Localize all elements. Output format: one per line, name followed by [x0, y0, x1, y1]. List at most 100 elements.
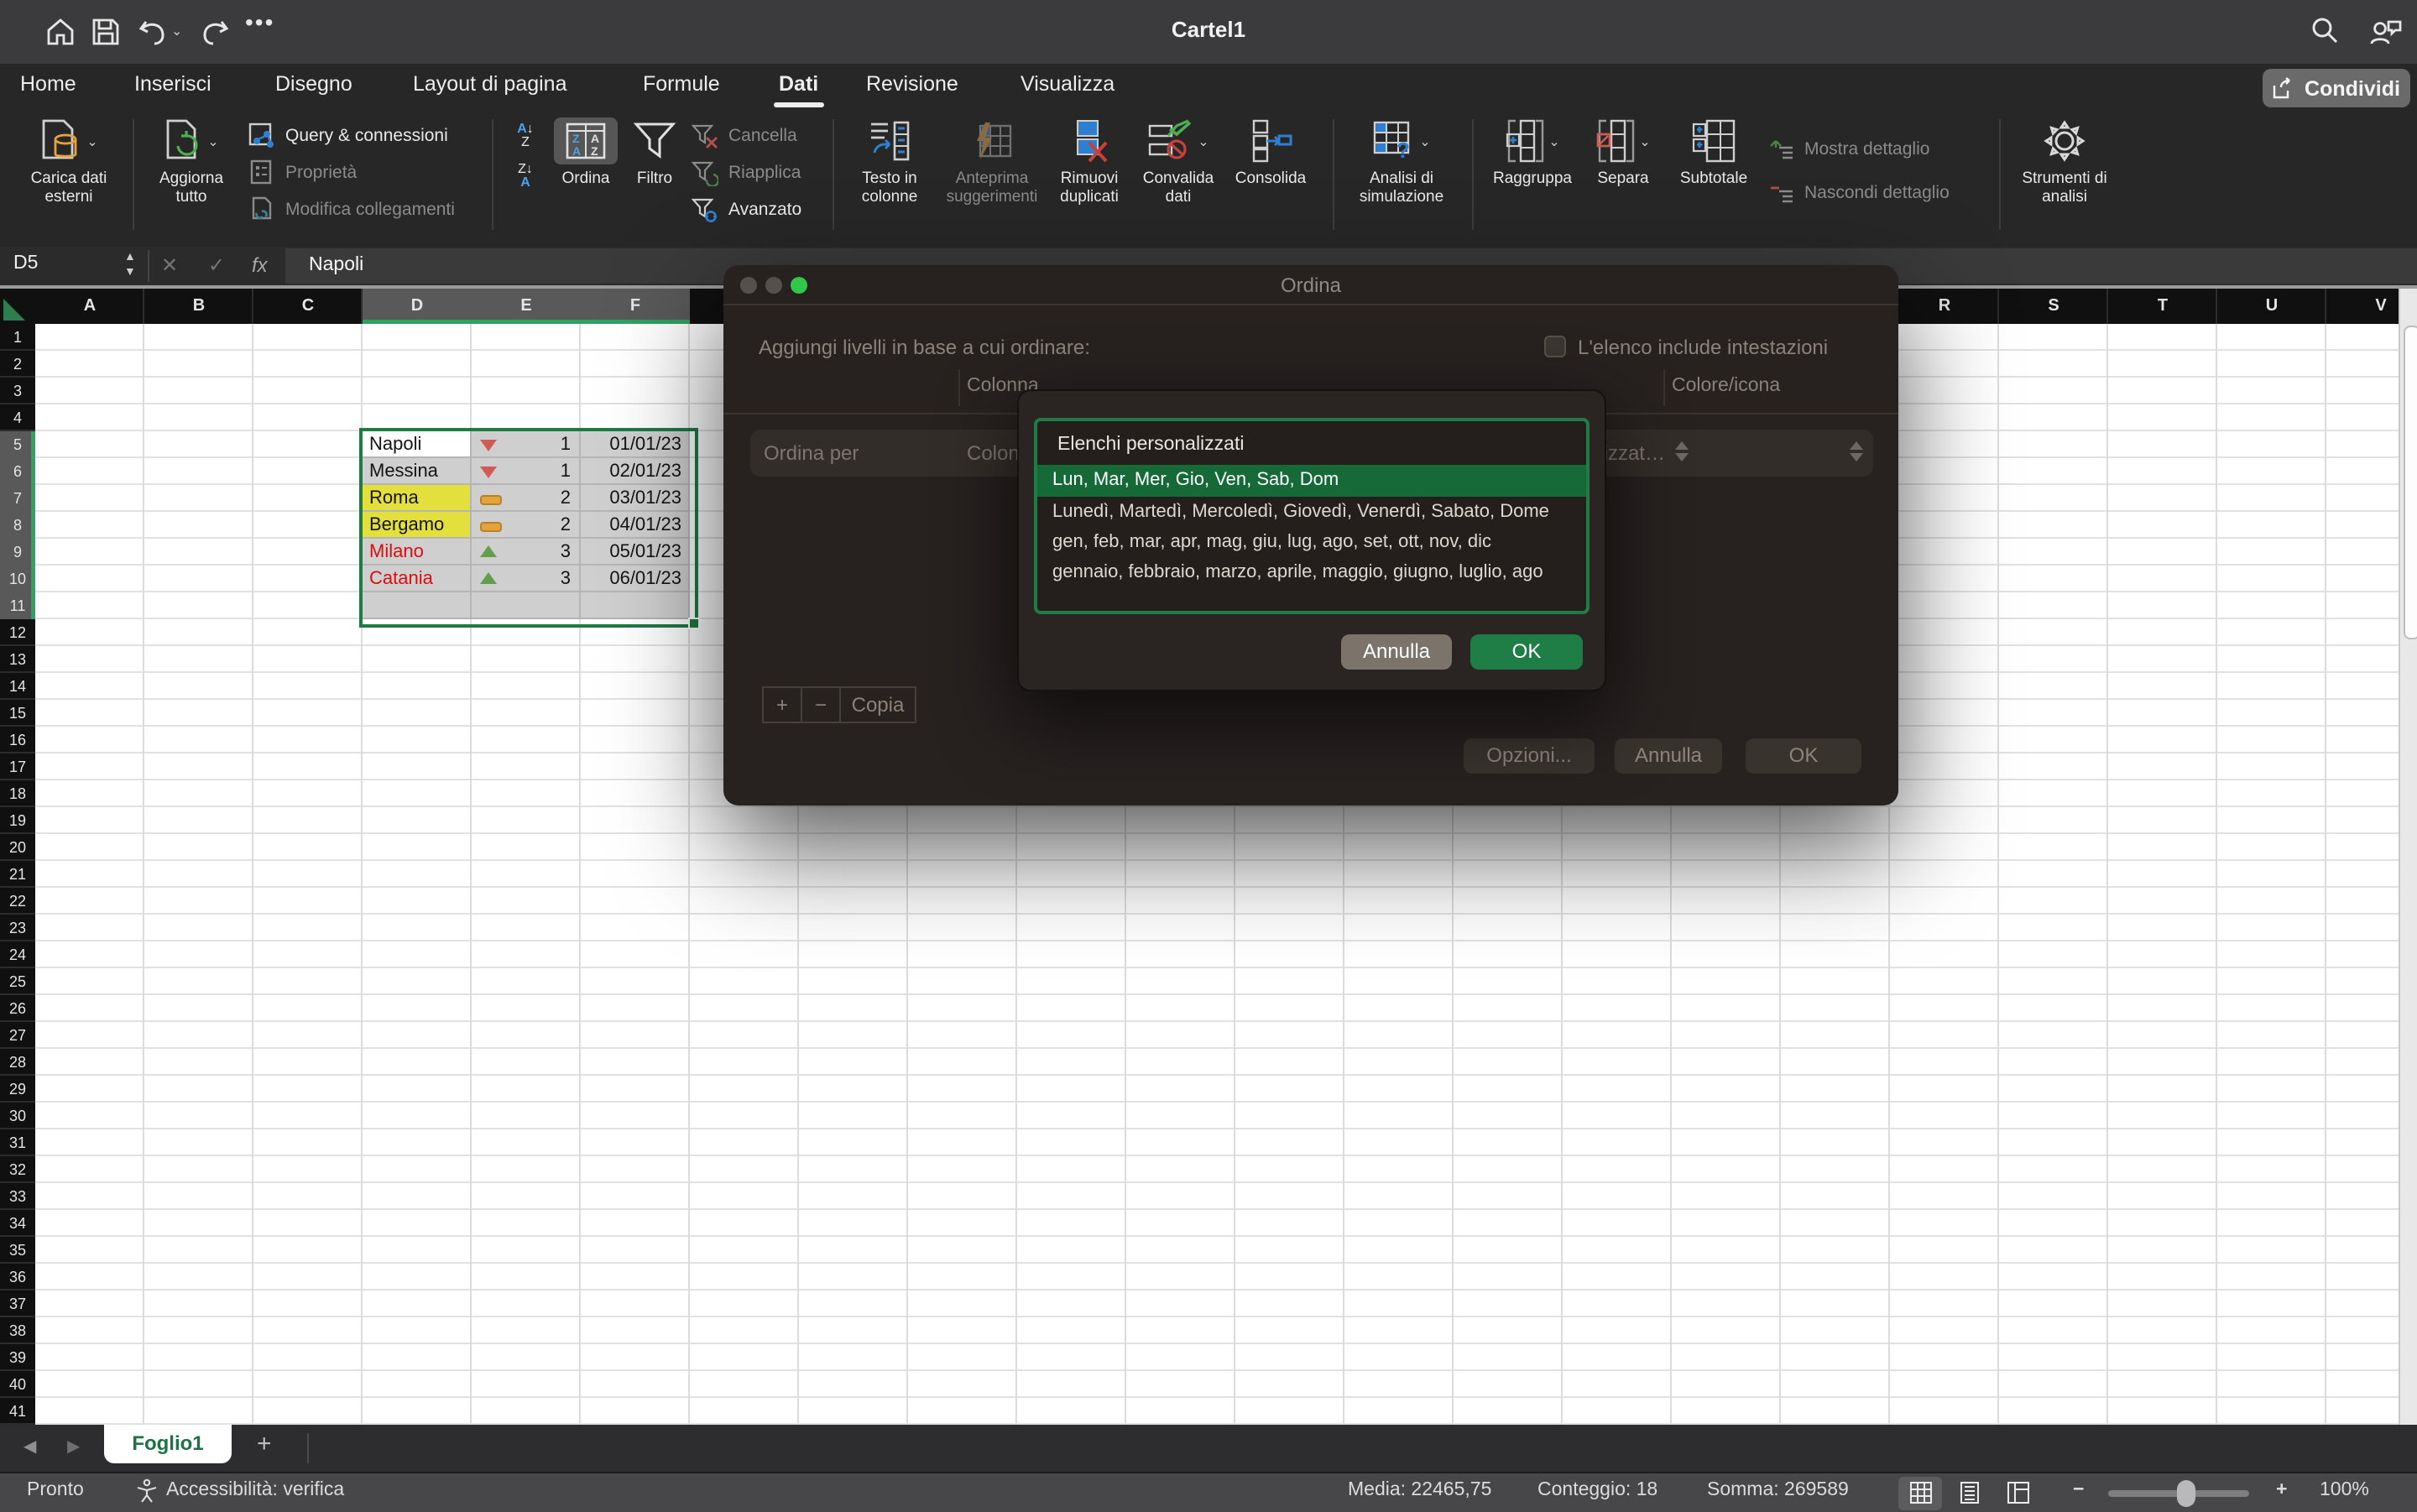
- filtro-button[interactable]: Filtro: [624, 116, 685, 189]
- row-header-28[interactable]: 28: [0, 1049, 35, 1076]
- row-header-24[interactable]: 24: [0, 941, 35, 968]
- fill-handle[interactable]: [688, 618, 700, 629]
- row-header-36[interactable]: 36: [0, 1264, 35, 1290]
- row-header-20[interactable]: 20: [0, 834, 35, 861]
- zoom-out-button[interactable]: −: [2073, 1480, 2084, 1500]
- row-header-5[interactable]: 5: [0, 431, 35, 458]
- row-header-11[interactable]: 11: [0, 592, 35, 619]
- column-header-A[interactable]: A: [35, 289, 144, 324]
- cancella-button[interactable]: Cancella: [692, 117, 801, 154]
- column-header-U[interactable]: U: [2217, 289, 2326, 324]
- tab-revisione[interactable]: Revisione: [866, 72, 958, 96]
- sort-za-button[interactable]: Z↓A: [507, 163, 544, 190]
- separa-button[interactable]: ⌄ Separa: [1588, 116, 1658, 189]
- consolida-button[interactable]: Consolida: [1229, 116, 1313, 189]
- row-header-7[interactable]: 7: [0, 485, 35, 512]
- add-level-button[interactable]: +: [762, 686, 802, 723]
- column-header-B[interactable]: B: [144, 289, 253, 324]
- row-header-9[interactable]: 9: [0, 539, 35, 566]
- tab-dati[interactable]: Dati: [779, 72, 818, 96]
- row-header-39[interactable]: 39: [0, 1344, 35, 1371]
- custom-lists-listbox[interactable]: Elenchi personalizzati Lun, Mar, Mer, Gi…: [1034, 418, 1590, 614]
- tab-layout[interactable]: Layout di pagina: [413, 72, 567, 96]
- riapplica-button[interactable]: Riapplica: [692, 154, 801, 191]
- name-box-stepper[interactable]: ▲▼: [124, 250, 136, 280]
- column-header-T[interactable]: T: [2108, 289, 2217, 324]
- dialog-ok-button[interactable]: OK: [1746, 738, 1861, 774]
- page-break-view-button[interactable]: [1996, 1476, 2039, 1509]
- row-header-29[interactable]: 29: [0, 1076, 35, 1103]
- includes-headers-checkbox[interactable]: [1544, 336, 1566, 357]
- row-header-22[interactable]: 22: [0, 888, 35, 915]
- row-header-33[interactable]: 33: [0, 1183, 35, 1210]
- subtotale-button[interactable]: Subtotale: [1672, 116, 1756, 189]
- convalida-dati-button[interactable]: ⌄ Convalida dati: [1135, 116, 1222, 206]
- column-header-R[interactable]: R: [1890, 289, 1999, 324]
- carica-dati-esterni-button[interactable]: ⌄ Carica dati esterni: [17, 116, 121, 206]
- cancel-entry-icon[interactable]: ✕: [161, 253, 178, 277]
- order-dropdown-chevrons-icon[interactable]: [1675, 441, 1689, 461]
- accessibility-status[interactable]: Accessibilità: verifica: [166, 1480, 344, 1500]
- sort-az-button[interactable]: A↓Z: [507, 123, 544, 149]
- row-header-34[interactable]: 34: [0, 1210, 35, 1237]
- dialog-cancel-button[interactable]: Annulla: [1615, 738, 1722, 774]
- row-header-8[interactable]: 8: [0, 512, 35, 539]
- select-all-corner[interactable]: [0, 289, 35, 324]
- row-header-30[interactable]: 30: [0, 1103, 35, 1129]
- row-header-40[interactable]: 40: [0, 1371, 35, 1398]
- modifica-collegamenti-button[interactable]: Modifica collegamenti: [248, 191, 455, 228]
- row-header-31[interactable]: 31: [0, 1129, 35, 1156]
- copy-level-button[interactable]: Copia: [841, 686, 916, 723]
- custom-list-item[interactable]: gen, feb, mar, apr, mag, giu, lug, ago, …: [1037, 527, 1586, 557]
- row-header-25[interactable]: 25: [0, 968, 35, 995]
- row-header-23[interactable]: 23: [0, 915, 35, 941]
- row-header-32[interactable]: 32: [0, 1156, 35, 1183]
- column-header-S[interactable]: S: [1999, 289, 2108, 324]
- tab-disegno[interactable]: Disegno: [275, 72, 352, 96]
- prev-sheet-arrow-icon[interactable]: ◀: [23, 1438, 36, 1457]
- nascondi-dettaglio-button[interactable]: Nascondi dettaglio: [1769, 171, 1950, 215]
- name-box[interactable]: D5: [13, 253, 38, 274]
- row-header-13[interactable]: 13: [0, 646, 35, 673]
- zoom-slider-thumb[interactable]: [2177, 1479, 2195, 1506]
- row-header-6[interactable]: 6: [0, 458, 35, 485]
- query-connessioni-button[interactable]: Query & connessioni: [248, 117, 455, 154]
- add-sheet-button[interactable]: +: [257, 1430, 272, 1458]
- row-header-16[interactable]: 16: [0, 727, 35, 753]
- row-header-18[interactable]: 18: [0, 780, 35, 807]
- row-header-15[interactable]: 15: [0, 700, 35, 727]
- proprieta-button[interactable]: Proprietà: [248, 154, 455, 191]
- column-header-D[interactable]: D: [363, 289, 472, 324]
- accessibility-icon[interactable]: [134, 1478, 159, 1504]
- anteprima-suggerimenti-button[interactable]: Anteprima suggerimenti: [940, 116, 1044, 206]
- tab-visualizza[interactable]: Visualizza: [1021, 72, 1115, 96]
- row-header-38[interactable]: 38: [0, 1317, 35, 1344]
- row-header-37[interactable]: 37: [0, 1290, 35, 1317]
- row-header-2[interactable]: 2: [0, 351, 35, 378]
- rimuovi-duplicati-button[interactable]: Rimuovi duplicati: [1051, 116, 1128, 206]
- share-button[interactable]: Condividi: [2263, 69, 2410, 107]
- aggiorna-tutto-button[interactable]: ⌄ Aggiorna tutto: [144, 116, 238, 206]
- options-button[interactable]: Opzioni...: [1464, 738, 1595, 774]
- remove-level-button[interactable]: −: [802, 686, 841, 723]
- dialog-title-bar[interactable]: Ordina: [723, 265, 1898, 305]
- avanzato-button[interactable]: Avanzato: [692, 191, 801, 228]
- custom-list-item[interactable]: Lunedì, Martedì, Mercoledì, Giovedì, Ven…: [1037, 497, 1586, 527]
- share-people-icon[interactable]: [2367, 15, 2400, 49]
- column-header-C[interactable]: C: [253, 289, 363, 324]
- analisi-simulazione-button[interactable]: ?⌄ Analisi di simulazione: [1353, 116, 1450, 206]
- row-header-14[interactable]: 14: [0, 673, 35, 700]
- tab-home[interactable]: Home: [20, 72, 76, 96]
- vertical-scrollbar[interactable]: [2399, 289, 2417, 1425]
- next-sheet-arrow-icon[interactable]: ▶: [67, 1438, 80, 1457]
- custom-list-item[interactable]: Lun, Mar, Mer, Gio, Ven, Sab, Dom: [1037, 465, 1586, 497]
- popup-cancel-button[interactable]: Annulla: [1341, 634, 1452, 670]
- confirm-entry-icon[interactable]: ✓: [208, 253, 225, 277]
- strumenti-analisi-button[interactable]: Strumenti di analisi: [2018, 116, 2112, 206]
- color-dropdown-chevrons-icon[interactable]: [1850, 441, 1863, 461]
- row-header-21[interactable]: 21: [0, 861, 35, 888]
- raggruppa-button[interactable]: ⌄ Raggruppa: [1487, 116, 1578, 189]
- row-header-19[interactable]: 19: [0, 807, 35, 834]
- column-header-F[interactable]: F: [581, 289, 690, 324]
- normal-view-button[interactable]: [1898, 1476, 1942, 1509]
